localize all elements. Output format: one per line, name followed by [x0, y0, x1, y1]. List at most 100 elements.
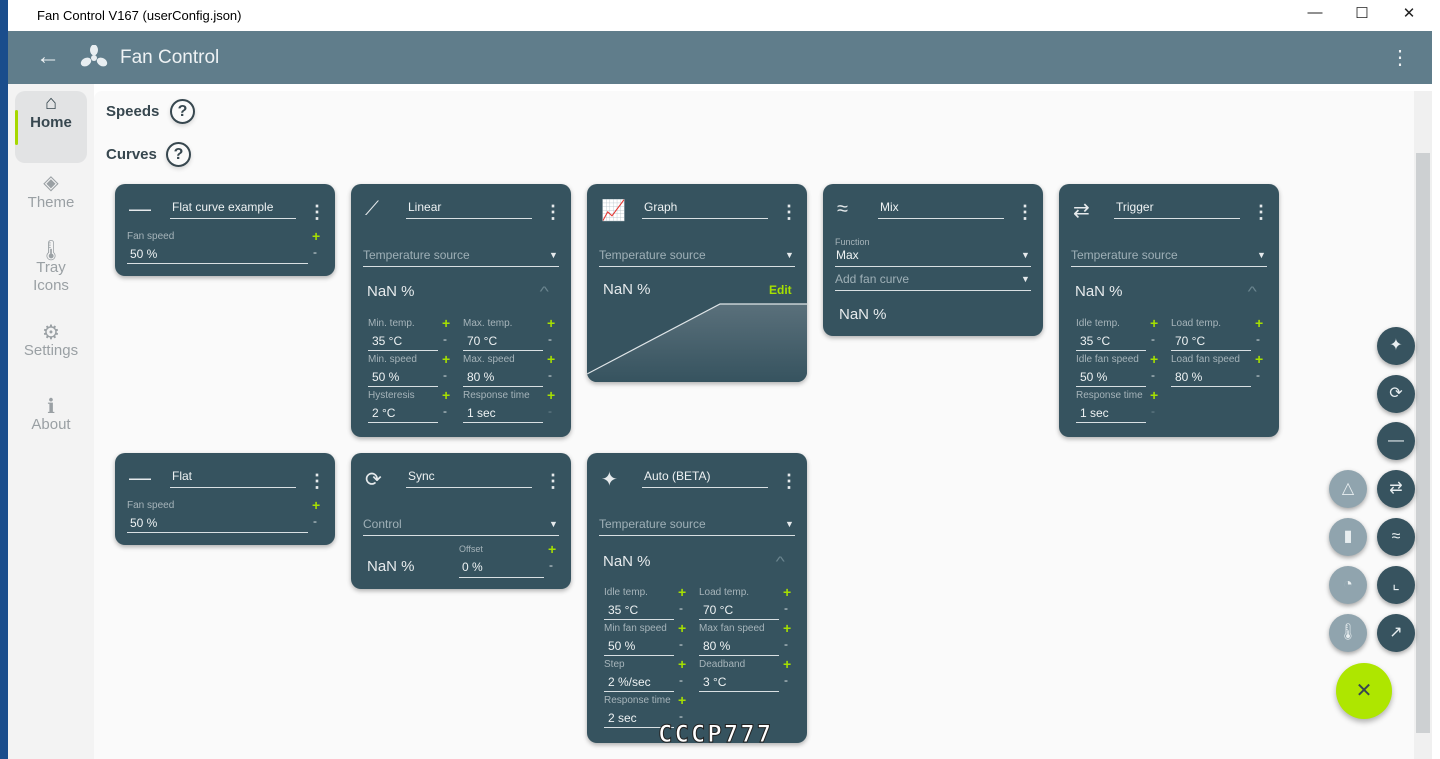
increment-button[interactable]: + [1255, 315, 1263, 331]
decrement-button[interactable]: - [443, 368, 447, 382]
scrollbar-thumb[interactable] [1416, 153, 1430, 733]
temperature-source-select[interactable]: Temperature source [1071, 248, 1178, 262]
add-linear-fab-button[interactable]: ↗ [1377, 614, 1415, 652]
increment-button[interactable]: + [678, 656, 686, 672]
control-select[interactable]: Control [363, 517, 402, 531]
curve-name-input[interactable]: Trigger [1116, 200, 1154, 214]
curve-name-input[interactable]: Sync [408, 469, 435, 483]
more-menu-button[interactable]: ⋮ [1390, 45, 1410, 70]
card-menu-button[interactable]: ⋮ [1016, 203, 1034, 221]
field-value[interactable]: 70 °C [467, 334, 497, 348]
function-select[interactable]: Max [836, 248, 859, 262]
curve-name-input[interactable]: Linear [408, 200, 441, 214]
field-value[interactable]: 2 sec [608, 711, 637, 725]
decrement-button[interactable]: - [548, 332, 552, 346]
collapse-chevron-icon[interactable]: ^ [776, 553, 785, 569]
decrement-button[interactable]: - [1151, 332, 1155, 346]
card-menu-button[interactable]: ⋮ [308, 472, 326, 490]
field-value[interactable]: 50 % [608, 639, 635, 653]
sidebar-item-tray-icons[interactable]: 🌡 Tray Icons [15, 234, 87, 314]
back-button[interactable]: ← [36, 43, 60, 71]
add-graph-fab-button[interactable]: ⌞ [1377, 566, 1415, 604]
add-sensor-time-fab-button[interactable]: ◔ [1329, 566, 1367, 604]
decrement-button[interactable]: - [784, 601, 788, 615]
increment-button[interactable]: + [678, 620, 686, 636]
field-value[interactable]: 35 °C [372, 334, 402, 348]
minimize-button[interactable]: — [1292, 4, 1338, 21]
maximize-button[interactable]: ☐ [1339, 4, 1385, 22]
decrement-button[interactable]: - [548, 368, 552, 382]
add-auto-fab-button[interactable]: ✦ [1377, 327, 1415, 365]
fan-speed-value[interactable]: 50 % [130, 516, 157, 530]
increment-button[interactable]: + [783, 584, 791, 600]
increment-button[interactable]: + [678, 692, 686, 708]
add-sensor-file-fab-button[interactable]: ▮ [1329, 518, 1367, 556]
increment-button[interactable]: + [547, 387, 555, 403]
add-trigger-fab-button[interactable]: ⇄ [1377, 470, 1415, 508]
sidebar-item-settings[interactable]: ⚙ Settings [15, 312, 87, 376]
add-flat-fab-button[interactable]: — [1377, 422, 1415, 460]
field-value[interactable]: 2 %/sec [608, 675, 651, 689]
increment-button[interactable]: + [1150, 351, 1158, 367]
increment-button[interactable]: + [1150, 387, 1158, 403]
card-menu-button[interactable]: ⋮ [1252, 203, 1270, 221]
decrement-button[interactable]: - [1151, 368, 1155, 382]
temperature-source-select[interactable]: Temperature source [599, 248, 706, 262]
card-menu-button[interactable]: ⋮ [544, 203, 562, 221]
close-fab-button[interactable]: ✕ [1336, 663, 1392, 719]
field-value[interactable]: 70 °C [1175, 334, 1205, 348]
fan-speed-value[interactable]: 50 % [130, 247, 157, 261]
curve-name-input[interactable]: Mix [880, 200, 899, 214]
add-sensor-temp-fab-button[interactable]: 🌡 [1329, 614, 1367, 652]
increment-button[interactable]: + [442, 351, 450, 367]
increment-button[interactable]: + [442, 387, 450, 403]
collapse-chevron-icon[interactable]: ^ [540, 283, 549, 299]
decrement-button[interactable]: - [443, 404, 447, 418]
decrement-button[interactable]: - [784, 637, 788, 651]
curve-name-input[interactable]: Graph [644, 200, 677, 214]
card-menu-button[interactable]: ⋮ [544, 472, 562, 490]
increment-button[interactable]: + [1150, 315, 1158, 331]
field-value[interactable]: 35 °C [1080, 334, 1110, 348]
temperature-source-select[interactable]: Temperature source [599, 517, 706, 531]
decrement-button[interactable]: - [679, 637, 683, 651]
increment-button[interactable]: + [312, 497, 320, 513]
add-mix-fab-button[interactable]: ≈ [1377, 518, 1415, 556]
card-menu-button[interactable]: ⋮ [308, 203, 326, 221]
field-value[interactable]: 80 % [467, 370, 494, 384]
decrement-button[interactable]: - [679, 673, 683, 687]
decrement-button[interactable]: - [549, 558, 553, 572]
decrement-button[interactable]: - [313, 245, 317, 259]
decrement-button[interactable]: - [679, 601, 683, 615]
field-value[interactable]: 50 % [1080, 370, 1107, 384]
sidebar-item-about[interactable]: ℹ About [15, 390, 87, 454]
field-value[interactable]: 35 °C [608, 603, 638, 617]
increment-button[interactable]: + [1255, 351, 1263, 367]
curve-name-input[interactable]: Auto (BETA) [644, 469, 710, 483]
scrollbar[interactable] [1414, 91, 1432, 759]
decrement-button[interactable]: - [1256, 332, 1260, 346]
increment-button[interactable]: + [312, 228, 320, 244]
increment-button[interactable]: + [547, 315, 555, 331]
add-sync-fab-button[interactable]: ⟳ [1377, 375, 1415, 413]
temperature-source-select[interactable]: Temperature source [363, 248, 470, 262]
decrement-button[interactable]: - [1256, 368, 1260, 382]
field-value[interactable]: 80 % [703, 639, 730, 653]
decrement-button[interactable]: - [784, 673, 788, 687]
field-value[interactable]: 1 sec [1080, 406, 1109, 420]
speeds-help-icon[interactable]: ? [170, 99, 195, 124]
graph-preview[interactable] [587, 302, 807, 382]
increment-button[interactable]: + [547, 351, 555, 367]
card-menu-button[interactable]: ⋮ [780, 472, 798, 490]
decrement-button[interactable]: - [443, 332, 447, 346]
field-value[interactable]: 70 °C [703, 603, 733, 617]
add-sensor-delta-fab-button[interactable]: △ [1329, 470, 1367, 508]
increment-button[interactable]: + [548, 541, 556, 557]
field-value[interactable]: 80 % [1175, 370, 1202, 384]
sidebar-item-home[interactable]: ⌂ Home [15, 91, 87, 163]
edit-graph-button[interactable]: Edit [769, 283, 792, 297]
offset-value[interactable]: 0 % [462, 560, 483, 574]
increment-button[interactable]: + [678, 584, 686, 600]
add-fan-curve-select[interactable]: Add fan curve [835, 272, 909, 286]
card-menu-button[interactable]: ⋮ [780, 203, 798, 221]
